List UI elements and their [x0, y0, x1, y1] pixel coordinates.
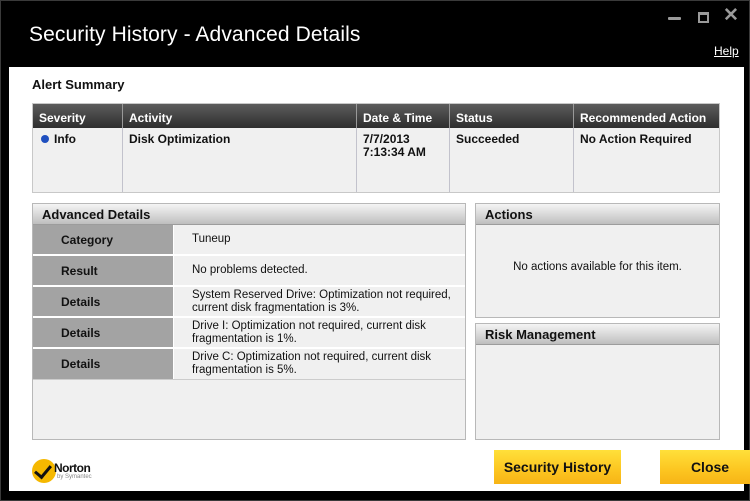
alert-summary-table: Severity Activity Date & Time Status Rec…: [32, 103, 720, 193]
recommended-action-cell: No Action Required: [580, 132, 692, 146]
detail-key: Category: [33, 225, 173, 254]
severity-dot-icon: [41, 135, 49, 143]
column-header-date-time: Date & Time: [357, 104, 450, 128]
detail-value: Drive I: Optimization not required, curr…: [173, 318, 465, 347]
detail-value: Tuneup: [173, 225, 465, 254]
activity-cell: Disk Optimization: [123, 128, 357, 192]
risk-management-title: Risk Management: [476, 324, 719, 345]
detail-row: Result No problems detected.: [33, 256, 465, 287]
detail-key: Details: [33, 318, 173, 347]
security-history-button[interactable]: Security History: [494, 450, 621, 484]
time-value: 7:13:34 AM: [363, 145, 426, 159]
logo-name: Norton: [54, 461, 91, 475]
detail-key: Details: [33, 287, 173, 316]
help-link[interactable]: Help: [714, 44, 739, 58]
table-row: Info Disk Optimization 7/7/2013 7:13:34 A…: [33, 128, 719, 192]
severity-value: Info: [54, 132, 76, 146]
content-area: Alert Summary Severity Activity Date & T…: [9, 67, 744, 491]
detail-value: Drive C: Optimization not required, curr…: [173, 349, 465, 379]
detail-key: Details: [33, 349, 173, 379]
column-header-severity: Severity: [33, 104, 123, 128]
detail-key: Result: [33, 256, 173, 285]
alert-summary-title: Alert Summary: [32, 77, 125, 92]
norton-check-icon: [32, 459, 56, 483]
detail-value: No problems detected.: [173, 256, 465, 285]
advanced-details-panel: Advanced Details Category Tuneup Result …: [32, 203, 466, 440]
logo-subtitle: by Symantec: [57, 474, 92, 480]
detail-row: Details Drive C: Optimization not requir…: [33, 349, 465, 380]
table-header: Severity Activity Date & Time Status Rec…: [33, 104, 719, 128]
date-time-cell: 7/7/2013 7:13:34 AM: [357, 128, 450, 192]
column-header-activity: Activity: [123, 104, 357, 128]
close-window-icon[interactable]: ✕: [723, 6, 739, 25]
status-cell: Succeeded: [450, 128, 574, 192]
column-header-recommended-action: Recommended Action: [580, 111, 707, 125]
detail-row: Details Drive I: Optimization not requir…: [33, 318, 465, 349]
minimize-icon[interactable]: [668, 17, 681, 20]
advanced-details-title: Advanced Details: [33, 204, 465, 225]
severity-cell: Info: [33, 128, 123, 192]
window-title: Security History - Advanced Details: [29, 23, 361, 46]
detail-value: System Reserved Drive: Optimization not …: [173, 287, 465, 316]
detail-row: Category Tuneup: [33, 225, 465, 256]
actions-message: No actions available for this item.: [513, 261, 682, 273]
dialog-window: Security History - Advanced Details ✕ He…: [0, 0, 750, 501]
close-button[interactable]: Close: [660, 450, 750, 484]
actions-title: Actions: [476, 204, 719, 225]
actions-panel: Actions No actions available for this it…: [475, 203, 720, 318]
risk-management-panel: Risk Management: [475, 323, 720, 440]
detail-row: Details System Reserved Drive: Optimizat…: [33, 287, 465, 318]
column-header-status: Status: [450, 104, 574, 128]
maximize-icon[interactable]: [698, 12, 709, 23]
